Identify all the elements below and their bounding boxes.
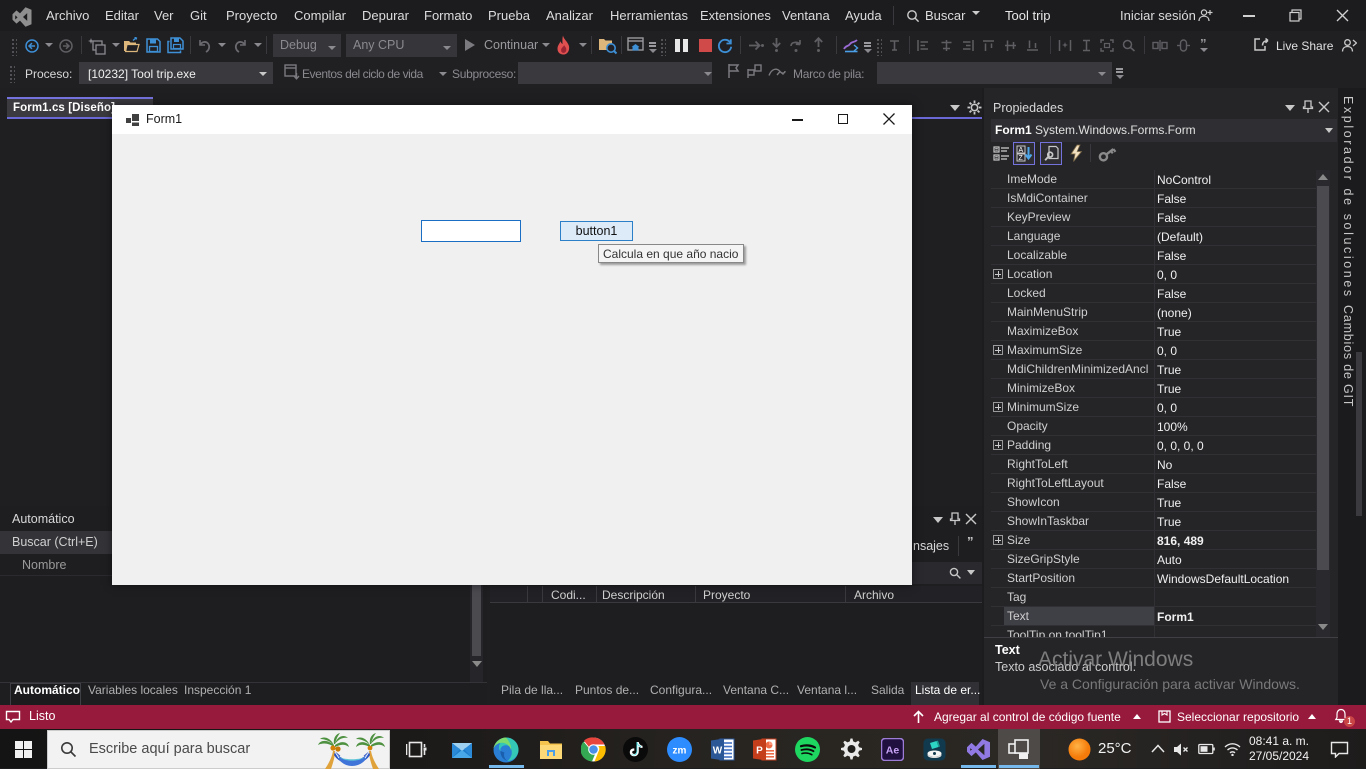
svg-text:zm: zm: [673, 746, 687, 757]
svg-text:P: P: [756, 746, 763, 757]
svg-text:A: A: [1019, 147, 1024, 154]
svg-text:Ae: Ae: [886, 745, 900, 757]
svg-text:W: W: [713, 746, 723, 757]
svg-text:Z: Z: [1019, 155, 1024, 162]
